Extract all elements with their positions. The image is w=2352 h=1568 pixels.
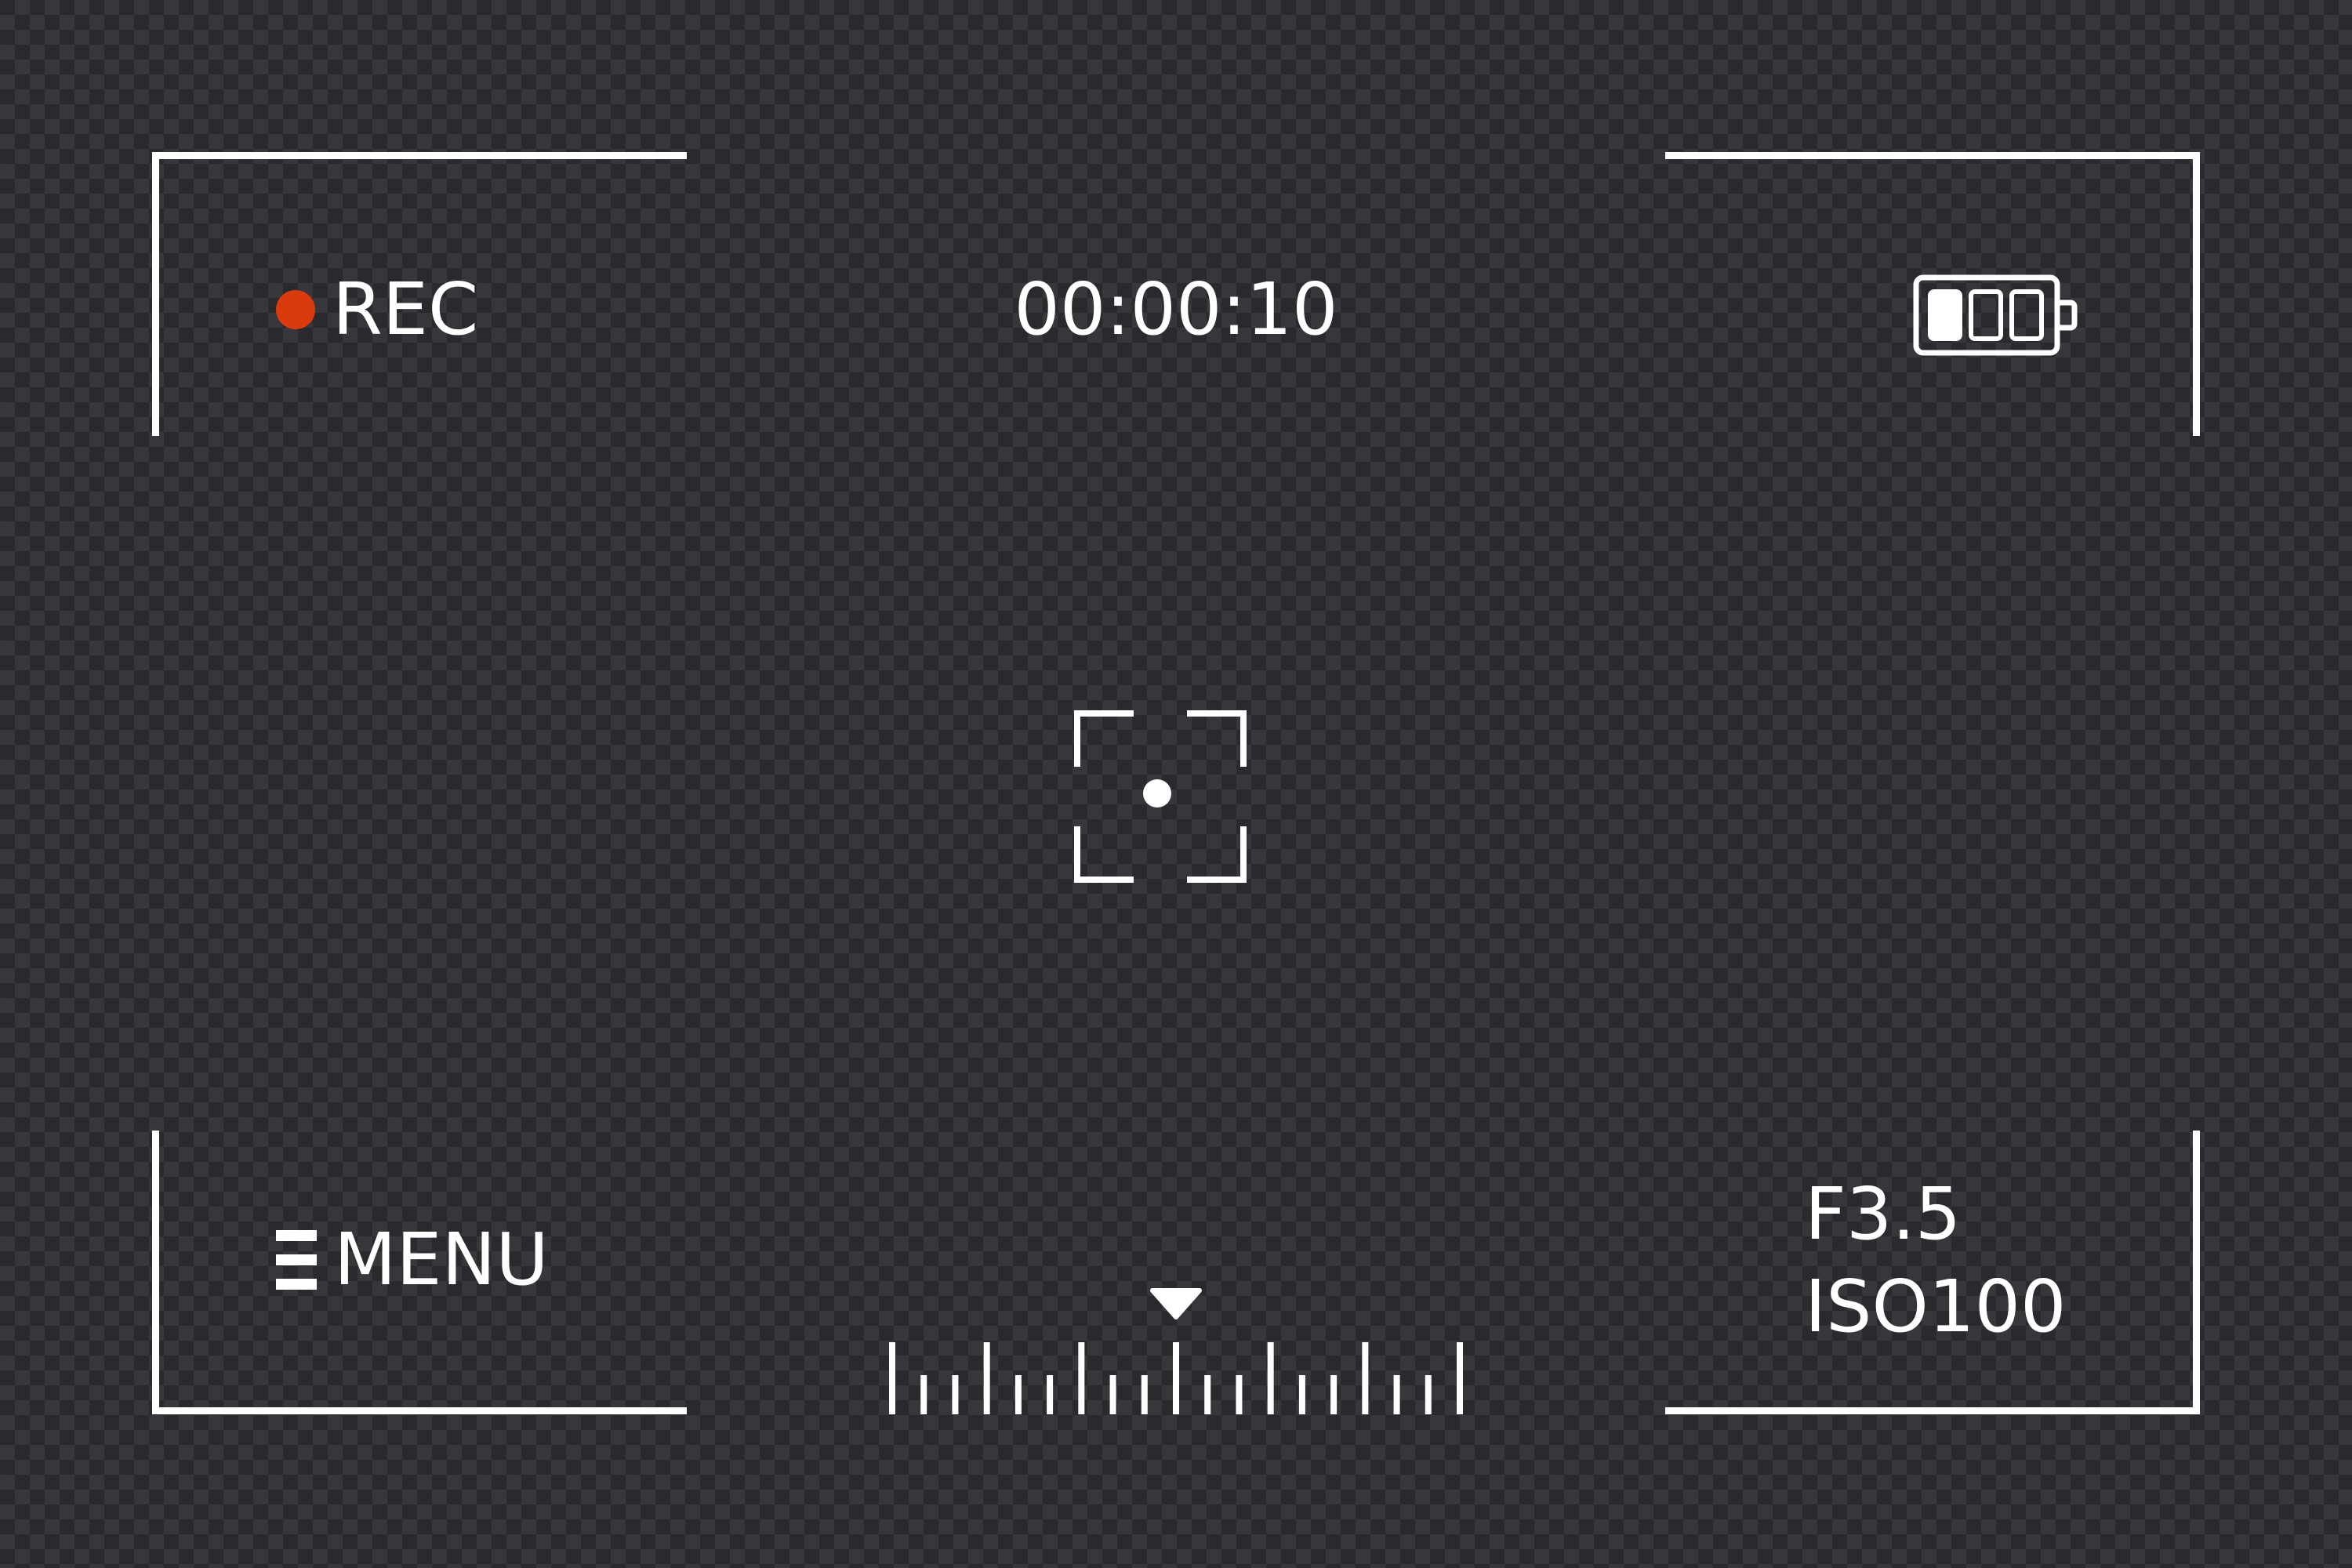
menu-label: MENU xyxy=(334,1218,549,1301)
battery-icon xyxy=(1913,274,2078,356)
aperture-value: F3.5 xyxy=(1805,1172,1962,1256)
focus-point xyxy=(1143,779,1171,808)
battery-bar xyxy=(2009,289,2044,341)
battery-bar xyxy=(1969,289,2003,341)
battery-bar xyxy=(1928,289,1962,341)
triangle-down-icon xyxy=(1150,1288,1202,1319)
focus-frame-icon xyxy=(1074,710,1247,883)
menu-button[interactable]: MENU xyxy=(276,1217,549,1303)
recording-indicator: REC xyxy=(276,267,478,353)
exposure-scale xyxy=(889,1288,1463,1414)
iso-value: ISO100 xyxy=(1805,1265,2067,1348)
timecode-label: 00:00:10 xyxy=(1014,267,1338,351)
record-dot-icon xyxy=(276,290,315,329)
menu-icon xyxy=(276,1230,317,1290)
timecode-display: 00:00:10 xyxy=(902,267,1450,353)
exposure-settings: F3.5 ISO100 xyxy=(1805,1168,2067,1353)
rec-label: REC xyxy=(332,267,479,351)
